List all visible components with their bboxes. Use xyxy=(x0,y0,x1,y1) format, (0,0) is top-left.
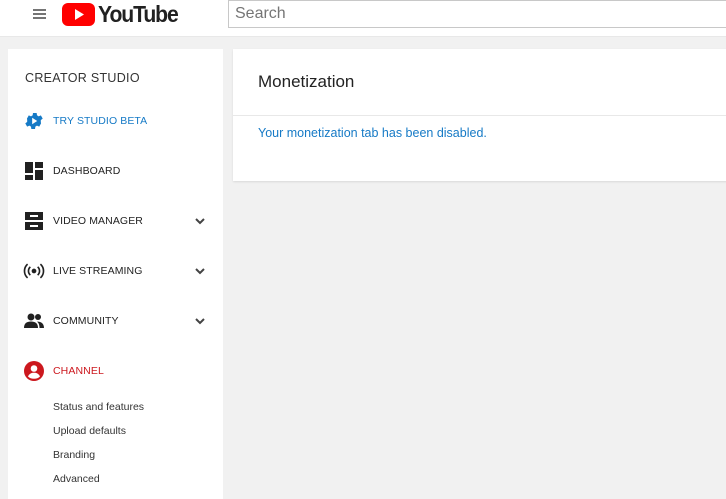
dashboard-icon xyxy=(23,160,45,182)
sidebar-item-try-studio-beta[interactable]: TRY STUDIO BETA xyxy=(8,101,223,141)
community-icon xyxy=(23,310,45,332)
sidebar-item-label: VIDEO MANAGER xyxy=(53,215,143,227)
search-input[interactable] xyxy=(228,0,726,28)
sidebar-item-label: DASHBOARD xyxy=(53,165,121,177)
youtube-play-icon xyxy=(62,2,95,26)
sidebar-item-label: COMMUNITY xyxy=(53,315,119,327)
sidebar-item-label: LIVE STREAMING xyxy=(53,265,143,277)
sidebar-item-video-manager[interactable]: VIDEO MANAGER xyxy=(8,201,223,241)
video-manager-icon xyxy=(23,210,45,232)
live-streaming-icon xyxy=(23,260,45,282)
monetization-disabled-message: Your monetization tab has been disabled. xyxy=(258,126,487,140)
youtube-logo[interactable]: YouTube xyxy=(62,0,185,27)
logo-text: YouTube xyxy=(98,0,179,27)
sidebar-item-dashboard[interactable]: DASHBOARD xyxy=(8,151,223,191)
sidebar-item-label: CHANNEL xyxy=(53,365,104,377)
top-bar: YouTube xyxy=(0,0,726,37)
sidebar-subitem-status-and-features[interactable]: Status and features xyxy=(53,401,144,413)
sidebar: CREATOR STUDIO TRY STUDIO BETA DASHBOARD xyxy=(8,49,223,499)
monetization-card: Monetization Your monetization tab has b… xyxy=(233,49,726,181)
page-title: Monetization xyxy=(258,72,355,91)
sidebar-subitem-upload-defaults[interactable]: Upload defaults xyxy=(53,425,126,437)
menu-icon[interactable] xyxy=(31,7,49,21)
channel-icon xyxy=(23,360,45,382)
sidebar-item-channel[interactable]: CHANNEL xyxy=(8,351,223,391)
sidebar-subitem-branding[interactable]: Branding xyxy=(53,449,95,461)
chevron-down-icon[interactable] xyxy=(194,265,206,277)
sidebar-subitem-advanced[interactable]: Advanced xyxy=(53,473,100,485)
sidebar-item-label: TRY STUDIO BETA xyxy=(53,115,148,127)
chevron-down-icon[interactable] xyxy=(194,215,206,227)
gear-icon xyxy=(23,110,45,132)
chevron-down-icon[interactable] xyxy=(194,315,206,327)
card-divider xyxy=(233,115,726,116)
sidebar-item-live-streaming[interactable]: LIVE STREAMING xyxy=(8,251,223,291)
sidebar-title: CREATOR STUDIO xyxy=(25,71,140,85)
sidebar-item-community[interactable]: COMMUNITY xyxy=(8,301,223,341)
